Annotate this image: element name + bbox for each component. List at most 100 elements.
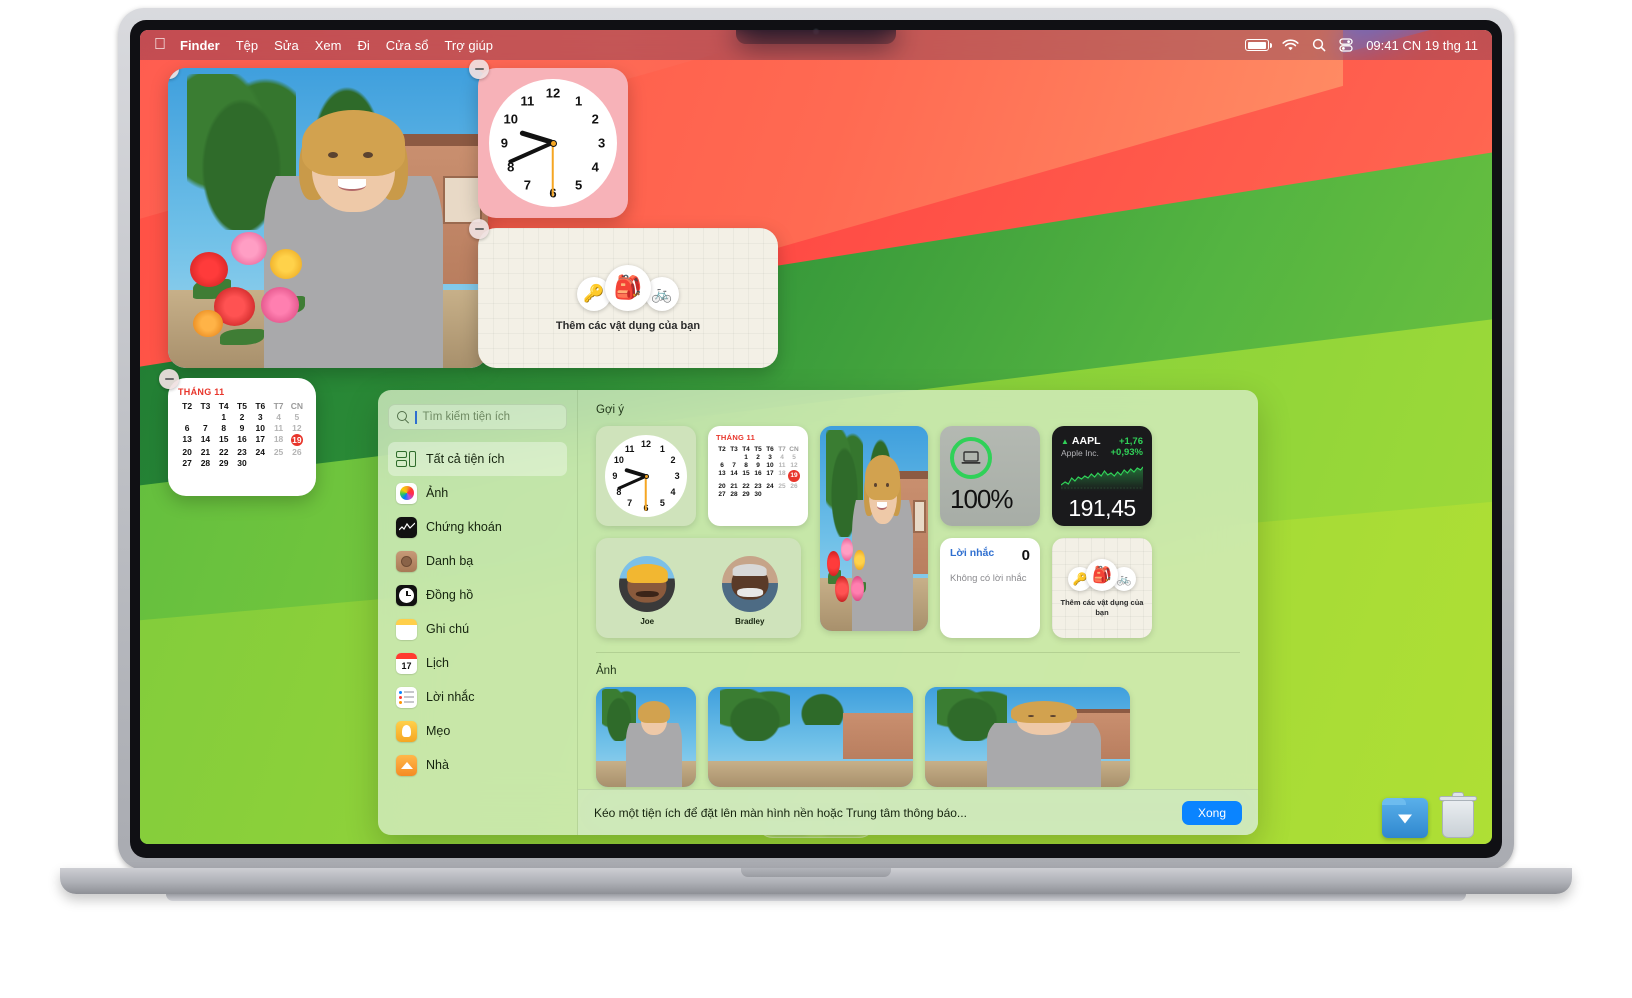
sidebar-item-chứng-khoán[interactable]: Chứng khoán: [388, 510, 567, 544]
stocks-app-icon: [396, 516, 417, 538]
wifi-icon[interactable]: [1282, 38, 1299, 52]
sidebar-item-label: Chứng khoán: [426, 520, 502, 534]
suggestions-row: 12 1 2 3 4 5 6 7 8: [596, 426, 1258, 638]
calendar-day: 11: [274, 423, 284, 433]
calendar-app-icon: 17: [396, 652, 417, 674]
calendar-day: 23: [237, 447, 247, 457]
calendar-day-header: T5: [754, 446, 762, 453]
menu-item-edit[interactable]: Sửa: [274, 38, 299, 53]
clock-numeral: 11: [624, 443, 635, 454]
calendar-day: 1: [221, 412, 227, 422]
sidebar-item-danh-bạ[interactable]: Danh bạ: [388, 544, 567, 578]
calendar-grid: T2 T3 T4 T5 T6 T7 CN 1 2 3 4 5 6 7 8 9 10 11 12 13 14 15 16 17 1…: [716, 446, 800, 498]
second-hand: [552, 143, 554, 197]
drag-hint-text: Kéo một tiện ích để đặt lên màn hình nền…: [594, 805, 967, 820]
sidebar-item-ảnh[interactable]: Ảnh: [388, 476, 567, 510]
calendar-day: [716, 454, 728, 461]
sidebar-item-label: Danh bạ: [426, 554, 474, 568]
sidebar-item-lịch[interactable]: 17 Lịch: [388, 646, 567, 680]
sidebar-item-ghi-chú[interactable]: Ghi chú: [388, 612, 567, 646]
display-bezel:  Finder Tệp Sửa Xem Đi Cửa sổ Trợ giúp: [130, 20, 1502, 858]
calendar-day-header: T4: [218, 401, 229, 411]
remove-widget-button[interactable]: [159, 369, 179, 389]
second-hand: [645, 476, 647, 511]
trash-dock-icon[interactable]: [1438, 792, 1478, 838]
spotlight-search-icon[interactable]: [1312, 38, 1326, 52]
desktop-calendar-widget[interactable]: THÁNG 11 T2 T3 T4 T5 T6 T7 CN 1 2 3 4 5 6 7 8 9 10 11 12 13…: [159, 369, 316, 496]
calendar-day: 1: [744, 454, 748, 461]
calendar-day: 9: [756, 462, 760, 469]
clock-numeral: 12: [640, 439, 652, 450]
clock-numeral: 4: [670, 486, 676, 497]
widget-tile-battery[interactable]: 100%: [940, 426, 1040, 526]
menu-item-finder[interactable]: Finder: [180, 38, 220, 53]
menu-bar[interactable]:  Finder Tệp Sửa Xem Đi Cửa sổ Trợ giúp: [140, 30, 1492, 60]
battery-ring: [950, 437, 992, 479]
apple-menu-icon[interactable]: : [154, 37, 166, 53]
calendar-day: 20: [182, 447, 192, 457]
widget-tile-clock[interactable]: 12 1 2 3 4 5 6 7 8: [596, 426, 696, 526]
calendar-day: 16: [754, 470, 762, 477]
downloads-folder-dock-icon[interactable]: [1382, 798, 1428, 838]
sidebar-item-label: Đồng hồ: [426, 588, 474, 602]
sidebar-item-đồng-hồ[interactable]: Đồng hồ: [388, 578, 567, 612]
calendar-month-label: THÁNG 11: [178, 387, 225, 397]
sidebar-item-nhà[interactable]: Nhà: [388, 748, 567, 782]
menu-item-help[interactable]: Trợ giúp: [444, 38, 493, 53]
menu-item-file[interactable]: Tệp: [236, 38, 258, 53]
menu-item-view[interactable]: Xem: [315, 38, 342, 53]
desktop-clock-widget[interactable]: 12 1 2 3 4 5 6 7 8 9 10 11: [469, 59, 628, 218]
calendar-day-header: CN: [789, 446, 799, 453]
widget-tile-photo[interactable]: [820, 426, 928, 631]
calendar-day: 5: [294, 412, 300, 422]
contacts-app-icon: [396, 550, 417, 572]
widget-gallery: Gợi ý 12 1 2 3 4 5 7 8 9 10 11 THÁNG 11 …: [578, 390, 1258, 835]
desktop-photo-widget[interactable]: [168, 68, 488, 368]
photo-content: [820, 426, 928, 631]
analog-clock-face: 12 1 2 3 4 5 6 7 8: [605, 435, 687, 517]
sidebar-item-label: Ghi chú: [426, 622, 470, 636]
desktop-findmy-widget[interactable]: 🔑 🎒 🚲 Thêm các vật dụng của bạn: [469, 219, 778, 368]
menu-bar-clock[interactable]: 09:41 CN 19 thg 11: [1366, 38, 1478, 53]
remove-widget-button[interactable]: [469, 59, 489, 79]
calendar-day: 21: [200, 447, 211, 457]
minute-hand: [507, 141, 554, 165]
menu-item-go[interactable]: Đi: [357, 38, 369, 53]
sidebar-item-tất-cả-tiện-ích[interactable]: Tất cả tiện ích: [388, 442, 567, 476]
calendar-day: 8: [744, 462, 748, 469]
sidebar-list: Tất cả tiện ích Ảnh Chứng khoán Danh bạ Đồng…: [388, 442, 567, 782]
calendar-day: 28: [730, 491, 738, 498]
widget-tile-calendar[interactable]: THÁNG 11 T2 T3 T4 T5 T6 T7 CN 1 2 3 4 5 6 7 8 9 10 11 12 13…: [708, 426, 808, 526]
widget-tile-reminders[interactable]: Lời nhắc 0 Không có lời nhắc: [940, 538, 1040, 638]
macbook-device:  Finder Tệp Sửa Xem Đi Cửa sổ Trợ giúp: [0, 0, 1632, 998]
widget-tile-photo-large[interactable]: [925, 687, 1130, 787]
calendar-day: [288, 458, 306, 468]
sidebar-item-mẹo[interactable]: Mẹo: [388, 714, 567, 748]
widget-tile-stocks[interactable]: ▲ AAPL +1,76 Apple Inc. +0,93% 191,45: [1052, 426, 1152, 526]
dock-right-section[interactable]: [1382, 792, 1478, 838]
calendar-day: [251, 458, 269, 468]
findmy-item-bubbles: 🔑 🎒 🚲: [577, 264, 679, 311]
widget-tile-contacts[interactable]: Joe Bradley: [596, 538, 801, 638]
calendar-day-header: T2: [182, 401, 193, 411]
clock-numeral: 11: [520, 93, 535, 109]
control-center-icon[interactable]: [1339, 38, 1353, 52]
battery-icon[interactable]: [1245, 39, 1273, 51]
widget-tile-photo-medium[interactable]: [708, 687, 913, 787]
clock-numeral: 12: [545, 85, 561, 101]
done-button[interactable]: Xong: [1181, 800, 1242, 825]
minute-hand: [616, 474, 647, 491]
clock-numeral: 7: [523, 177, 532, 193]
widget-tile-findmy[interactable]: 🔑 🎒 🚲 Thêm các vật dụng của bạn: [1052, 538, 1152, 638]
widget-picker-panel[interactable]: Tìm kiếm tiện ích Tất cả tiện ích Ảnh Chứn…: [378, 390, 1258, 835]
stock-change-percent: +0,93%: [1110, 447, 1144, 458]
clock-numeral: 2: [591, 111, 599, 127]
calendar-day: 27: [718, 491, 726, 498]
calendar-day-header: T6: [766, 446, 774, 453]
widget-tile-photo-small[interactable]: [596, 687, 696, 787]
calendar-day: 25: [273, 447, 284, 457]
remove-widget-button[interactable]: [469, 219, 489, 239]
search-input[interactable]: Tìm kiếm tiện ích: [388, 404, 567, 430]
menu-item-window[interactable]: Cửa sổ: [386, 38, 429, 53]
sidebar-item-lời-nhắc[interactable]: Lời nhắc: [388, 680, 567, 714]
